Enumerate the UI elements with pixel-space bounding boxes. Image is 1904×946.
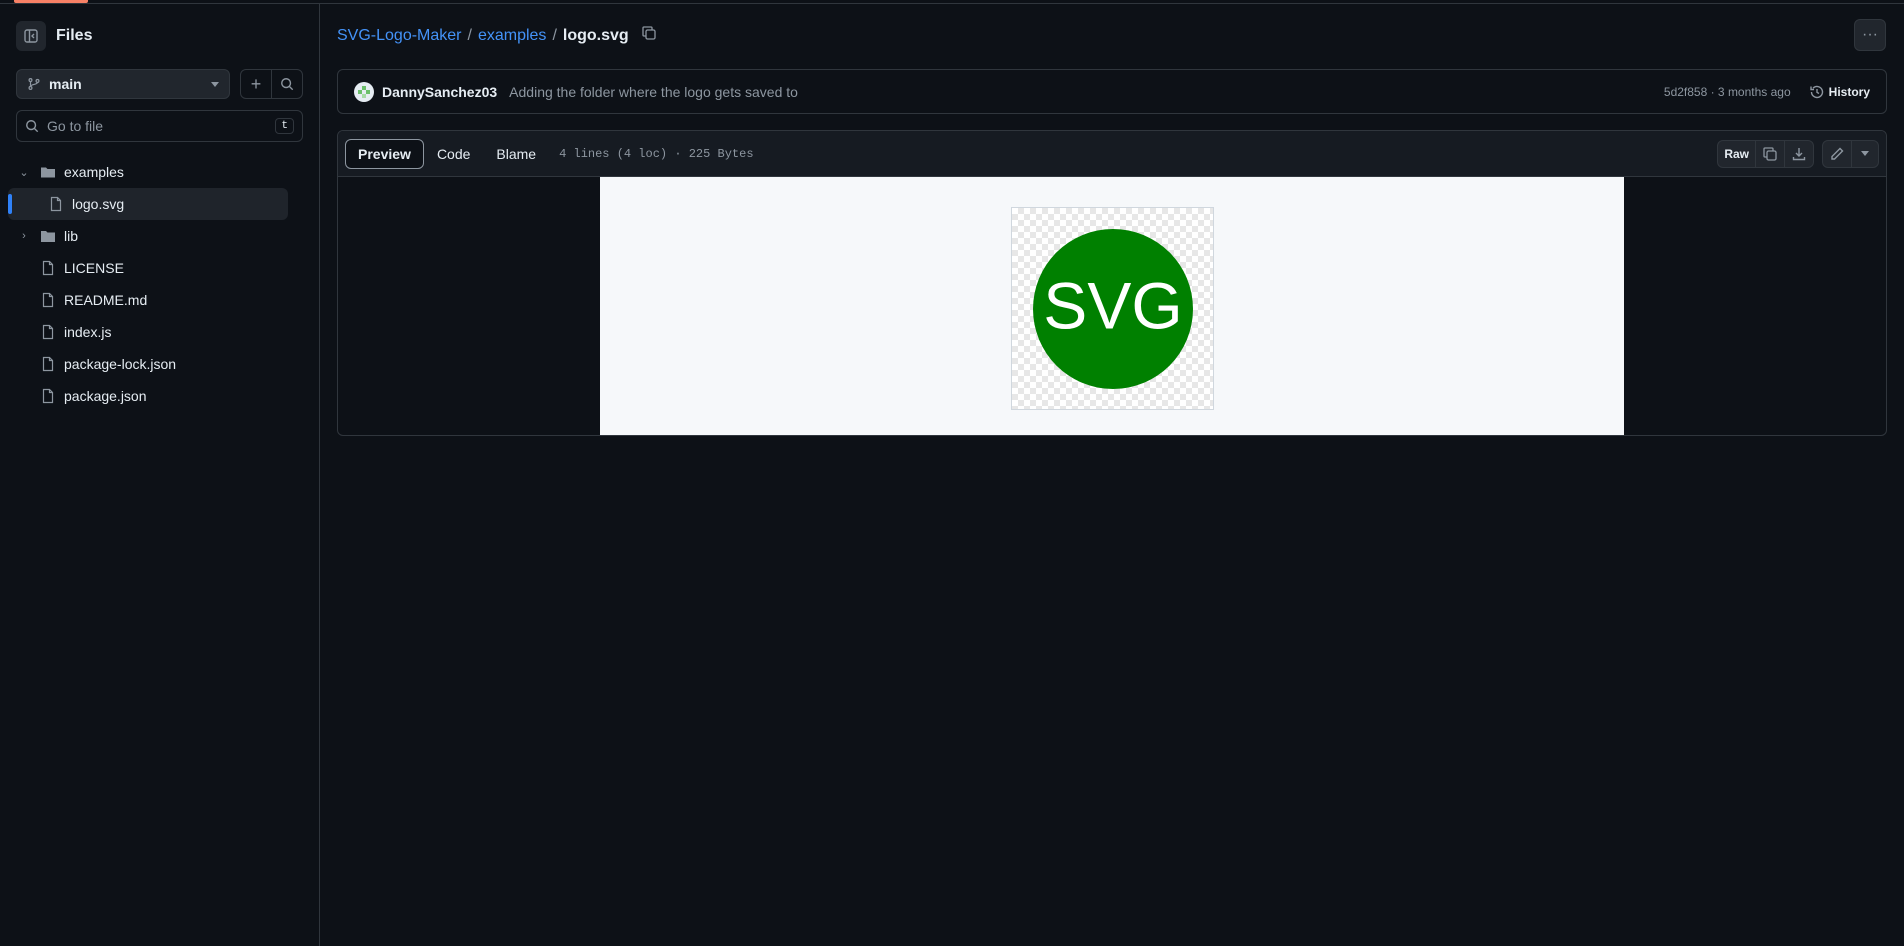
breadcrumb-separator: / [552, 26, 557, 44]
tab-code[interactable]: Code [424, 139, 483, 169]
tree-item-label: lib [64, 228, 79, 244]
triangle-down-icon [1861, 151, 1869, 156]
chevron-down-icon [211, 81, 219, 87]
file-icon [48, 196, 64, 212]
edit-file-button[interactable] [1823, 140, 1852, 167]
logo-text: SVG [1043, 268, 1182, 342]
commit-author-link[interactable]: DannySanchez03 [382, 84, 497, 100]
edit-action-group [1822, 139, 1879, 168]
raw-button[interactable]: Raw [1718, 140, 1756, 167]
download-button[interactable] [1785, 141, 1813, 167]
pencil-icon [1831, 147, 1844, 160]
download-icon [1792, 147, 1806, 160]
tab-preview[interactable]: Preview [345, 138, 424, 169]
search-button[interactable] [271, 69, 303, 99]
plus-icon: + [250, 73, 262, 94]
search-icon [281, 78, 294, 91]
go-to-file-input[interactable] [47, 118, 268, 134]
chevron-down-icon: ⌄ [19, 166, 29, 179]
history-label: History [1828, 84, 1870, 99]
copy-path-button[interactable] [641, 25, 657, 46]
file-icon [40, 356, 56, 372]
search-icon [26, 120, 39, 133]
history-icon [1809, 85, 1823, 98]
latest-commit-bar: DannySanchez03 Adding the folder where t… [337, 69, 1887, 114]
tree-item-label: index.js [64, 324, 112, 340]
kebab-horizontal-icon: ··· [1862, 26, 1878, 43]
branch-selector-button[interactable]: main [16, 69, 230, 99]
commit-sha-and-time[interactable]: 5d2f858 · 3 months ago [1664, 85, 1791, 99]
chevron-right-icon: › [22, 230, 26, 242]
copy-raw-button[interactable] [1756, 140, 1785, 167]
transparency-checkerboard: SVG [1011, 207, 1214, 410]
edit-options-dropdown[interactable] [1852, 141, 1878, 167]
branch-name: main [49, 76, 82, 92]
file-icon [40, 292, 56, 308]
tree-item-package-lock[interactable]: package-lock.json [8, 348, 288, 380]
tree-item-lib[interactable]: › lib [8, 220, 288, 252]
tree-item-label: package.json [64, 388, 147, 404]
tree-item-examples[interactable]: ⌄ examples [8, 156, 288, 188]
history-button[interactable]: History [1809, 84, 1870, 100]
tree-item-label: package-lock.json [64, 356, 177, 372]
breadcrumb: SVG-Logo-Maker / examples / logo.svg [337, 25, 657, 46]
add-file-button[interactable]: + [240, 69, 272, 99]
file-viewer: Preview Code Blame 4 lines (4 loc) · 225… [337, 130, 1887, 436]
file-tree-sidebar: Files main + t ⌄ examples logo.svg › [0, 4, 320, 946]
copy-icon [1763, 146, 1777, 161]
sidebar-toggle-button[interactable] [16, 21, 46, 51]
breadcrumb-current-file: logo.svg [562, 26, 629, 44]
view-mode-tabs: Preview Code Blame [345, 138, 549, 169]
commit-message-link[interactable]: Adding the folder where the logo gets sa… [509, 84, 798, 100]
tree-item-label: LICENSE [64, 260, 124, 276]
tab-blame[interactable]: Blame [483, 139, 549, 169]
tree-item-logo-svg[interactable]: logo.svg [8, 188, 288, 220]
go-to-file-field[interactable]: t [16, 110, 303, 142]
file-line-and-size-info: 4 lines (4 loc) · 225 Bytes [559, 146, 754, 161]
file-icon [40, 388, 56, 404]
git-branch-icon [28, 78, 40, 90]
tree-item-index-js[interactable]: index.js [8, 316, 288, 348]
avatar[interactable] [354, 81, 374, 102]
tree-item-readme[interactable]: README.md [8, 284, 288, 316]
sidebar-header: Files [16, 21, 92, 51]
breadcrumb-folder-link[interactable]: examples [478, 27, 546, 45]
shortcut-key-badge: t [275, 118, 294, 134]
breadcrumb-repo-link[interactable]: SVG-Logo-Maker [337, 27, 462, 45]
active-tab-underline [14, 0, 88, 3]
breadcrumb-separator: / [467, 26, 472, 44]
tree-item-label: examples [64, 164, 124, 180]
sidebar-collapse-icon [24, 29, 38, 43]
more-options-button[interactable]: ··· [1854, 19, 1886, 51]
file-tree: ⌄ examples logo.svg › lib LICENSE README… [8, 156, 288, 412]
raw-action-group: Raw [1717, 139, 1814, 168]
svg-preview-area: SVG [600, 177, 1624, 435]
file-actions: Raw [1717, 139, 1879, 168]
file-icon [40, 260, 56, 276]
tree-item-label: README.md [64, 292, 148, 308]
tree-item-package-json[interactable]: package.json [8, 380, 288, 412]
tree-item-label: logo.svg [72, 196, 125, 212]
sidebar-title: Files [56, 27, 93, 44]
tree-item-license[interactable]: LICENSE [8, 252, 288, 284]
folder-open-icon [40, 164, 56, 180]
folder-icon [40, 228, 56, 244]
file-icon [40, 324, 56, 340]
rendered-logo: SVG [1033, 229, 1193, 389]
file-viewer-header: Preview Code Blame 4 lines (4 loc) · 225… [338, 131, 1886, 177]
copy-icon [642, 26, 656, 40]
